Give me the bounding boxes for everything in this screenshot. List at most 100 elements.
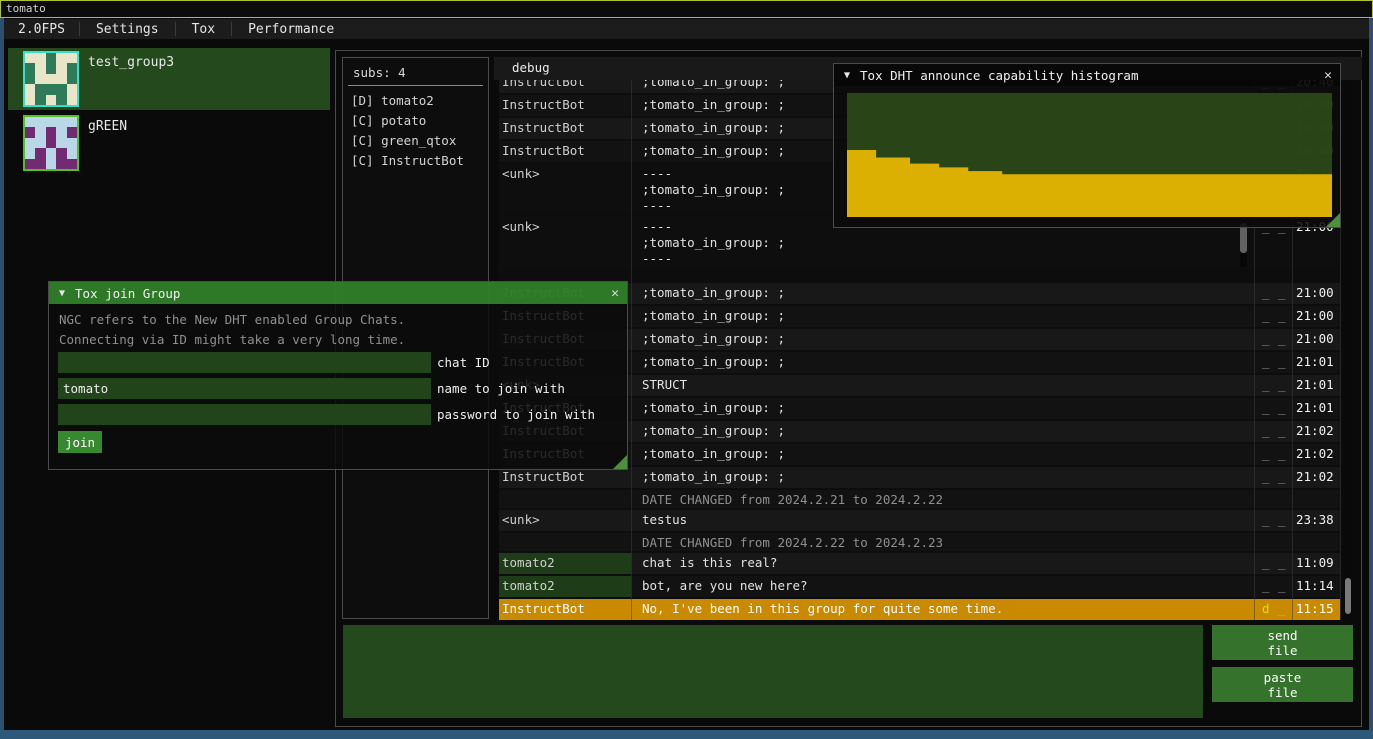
close-icon[interactable]: ✕	[1324, 68, 1332, 83]
message-sender: <unk>	[502, 166, 540, 181]
delivery-status-2: _	[1278, 308, 1286, 323]
message-sender: InstructBot	[502, 143, 585, 158]
delivery-status-1: _	[1262, 555, 1270, 570]
send-file-label-1: send	[1267, 628, 1297, 643]
password-to-join-with-label: password to join with	[437, 407, 595, 422]
message-text: ;tomato_in_group: ;	[642, 285, 785, 300]
password-to-join-with-input[interactable]	[58, 404, 431, 425]
message-text: chat is this real?	[642, 555, 777, 570]
paste-file-label-2: file	[1267, 685, 1297, 700]
message-sender: InstructBot	[502, 601, 585, 616]
group-row-test_group3[interactable]: test_group3	[8, 48, 330, 110]
delivery-status-2: _	[1278, 423, 1286, 438]
delivery-status-1: _	[1262, 377, 1270, 392]
member-item-tomato2[interactable]: [D] tomato2	[351, 91, 464, 111]
group-row-gREEN[interactable]: gREEN	[8, 112, 330, 174]
group-name: test_group3	[88, 55, 174, 70]
message-row[interactable]: tomato2bot, are you new here?__11:14	[499, 576, 1340, 597]
paste-file-button[interactable]: paste file	[1212, 667, 1353, 702]
message-text: ;tomato_in_group: ;	[642, 331, 785, 346]
message-row[interactable]: <unk>testus__23:38	[499, 510, 1340, 531]
message-text: ;tomato_in_group: ;	[642, 354, 785, 369]
date-changed-row: DATE CHANGED from 2024.2.22 to 2024.2.23	[499, 533, 1340, 551]
message-input[interactable]	[343, 625, 1203, 718]
window-border-bottom	[0, 730, 1373, 739]
members-panel-separator	[348, 85, 483, 86]
message-text: No, I've been in this group for quite so…	[642, 601, 1003, 616]
date-changed-text: DATE CHANGED from 2024.2.21 to 2024.2.22	[642, 492, 943, 507]
delivery-status-1: _	[1262, 354, 1270, 369]
tab-debug[interactable]: debug	[512, 60, 550, 75]
join-group-window[interactable]: ▼ Tox join Group ✕ NGC refers to the New…	[48, 281, 628, 470]
message-text: ;tomato_in_group: ;	[642, 308, 785, 323]
chat-scrollbar-track[interactable]	[1344, 80, 1352, 620]
message-row[interactable]: InstructBot No, I've been in this group f…	[499, 599, 1340, 620]
message-row[interactable]: InstructBot;tomato_in_group: ;__21:02	[499, 467, 1340, 488]
app-root: tomato 2.0FPS SettingsToxPerformance tes…	[0, 0, 1373, 739]
collapse-arrow-icon[interactable]: ▼	[59, 288, 65, 299]
delivery-status-1: _	[1262, 469, 1270, 484]
window-title: tomato	[6, 2, 46, 15]
member-item-green_qtox[interactable]: [C] green_qtox	[351, 131, 464, 151]
message-timestamp: 21:02	[1296, 446, 1334, 461]
message-timestamp: 11:14	[1296, 578, 1334, 593]
group-avatar-icon	[23, 51, 79, 107]
dht-histogram-plot	[847, 93, 1332, 217]
message-sender: InstructBot	[502, 97, 585, 112]
group-avatar-icon	[23, 115, 79, 171]
close-icon[interactable]: ✕	[611, 286, 619, 301]
delivery-status-2: _	[1278, 446, 1286, 461]
group-name: gREEN	[88, 119, 127, 134]
delivery-status-2: _	[1278, 285, 1286, 300]
send-file-label-2: file	[1267, 643, 1297, 658]
message-timestamp: 11:15	[1296, 601, 1334, 616]
menu-item-settings[interactable]: Settings	[80, 22, 175, 37]
dht-histogram-body	[834, 86, 1340, 227]
delivery-status-2: _	[1278, 601, 1286, 616]
message-timestamp: 21:01	[1296, 377, 1334, 392]
fps-counter: 2.0FPS	[4, 22, 79, 37]
member-item-InstructBot[interactable]: [C] InstructBot	[351, 151, 464, 171]
message-row[interactable]: tomato2chat is this real?__11:09	[499, 553, 1340, 574]
delivery-status-2: _	[1278, 331, 1286, 346]
members-panel-title: subs: 4	[353, 65, 406, 80]
name-to-join-with-input[interactable]	[58, 378, 431, 399]
dht-histogram-window[interactable]: ▼ Tox DHT announce capability histogram …	[833, 63, 1341, 228]
join-info-line2: Connecting via ID might take a very long…	[59, 332, 405, 347]
resize-grip[interactable]	[1326, 213, 1340, 227]
dht-histogram-title: Tox DHT announce capability histogram	[860, 68, 1138, 83]
send-file-button[interactable]: send file	[1212, 625, 1353, 660]
resize-grip[interactable]	[613, 455, 627, 469]
message-sender: tomato2	[502, 555, 555, 570]
delivery-status-1: _	[1262, 331, 1270, 346]
message-text: ;tomato_in_group: ;	[642, 469, 785, 484]
delivery-status-2: _	[1278, 354, 1286, 369]
message-sender: InstructBot	[502, 469, 585, 484]
join-button[interactable]: join	[58, 431, 102, 453]
dht-histogram-titlebar[interactable]: ▼ Tox DHT announce capability histogram …	[834, 64, 1340, 86]
chat-scrollbar-thumb[interactable]	[1345, 578, 1351, 614]
chat-ID-label: chat ID	[437, 355, 490, 370]
window-titlebar[interactable]: tomato	[0, 0, 1373, 18]
delivery-status-1: _	[1262, 308, 1270, 323]
chat-ID-input[interactable]	[58, 352, 431, 373]
members-list: [D] tomato2[C] potato[C] green_qtox[C] I…	[351, 91, 464, 171]
delivery-status-2: _	[1278, 512, 1286, 527]
name-to-join-with-label: name to join with	[437, 381, 565, 396]
collapse-arrow-icon[interactable]: ▼	[844, 70, 850, 81]
message-timestamp: 21:01	[1296, 354, 1334, 369]
message-timestamp: 21:00	[1296, 331, 1334, 346]
join-group-titlebar[interactable]: ▼ Tox join Group ✕	[49, 282, 627, 304]
menu-item-performance[interactable]: Performance	[232, 22, 350, 37]
message-text: ;tomato_in_group: ;	[642, 143, 785, 158]
delivery-status-1: _	[1262, 400, 1270, 415]
message-sender: InstructBot	[502, 120, 585, 135]
menu-item-tox[interactable]: Tox	[176, 22, 231, 37]
message-text: ;tomato_in_group: ;	[642, 446, 785, 461]
window-border-left	[0, 18, 4, 730]
message-timestamp: 21:02	[1296, 423, 1334, 438]
message-text: ---- ;tomato_in_group: ; ----	[642, 219, 785, 267]
paste-file-label-1: paste	[1264, 670, 1302, 685]
message-sender: tomato2	[502, 578, 555, 593]
member-item-potato[interactable]: [C] potato	[351, 111, 464, 131]
